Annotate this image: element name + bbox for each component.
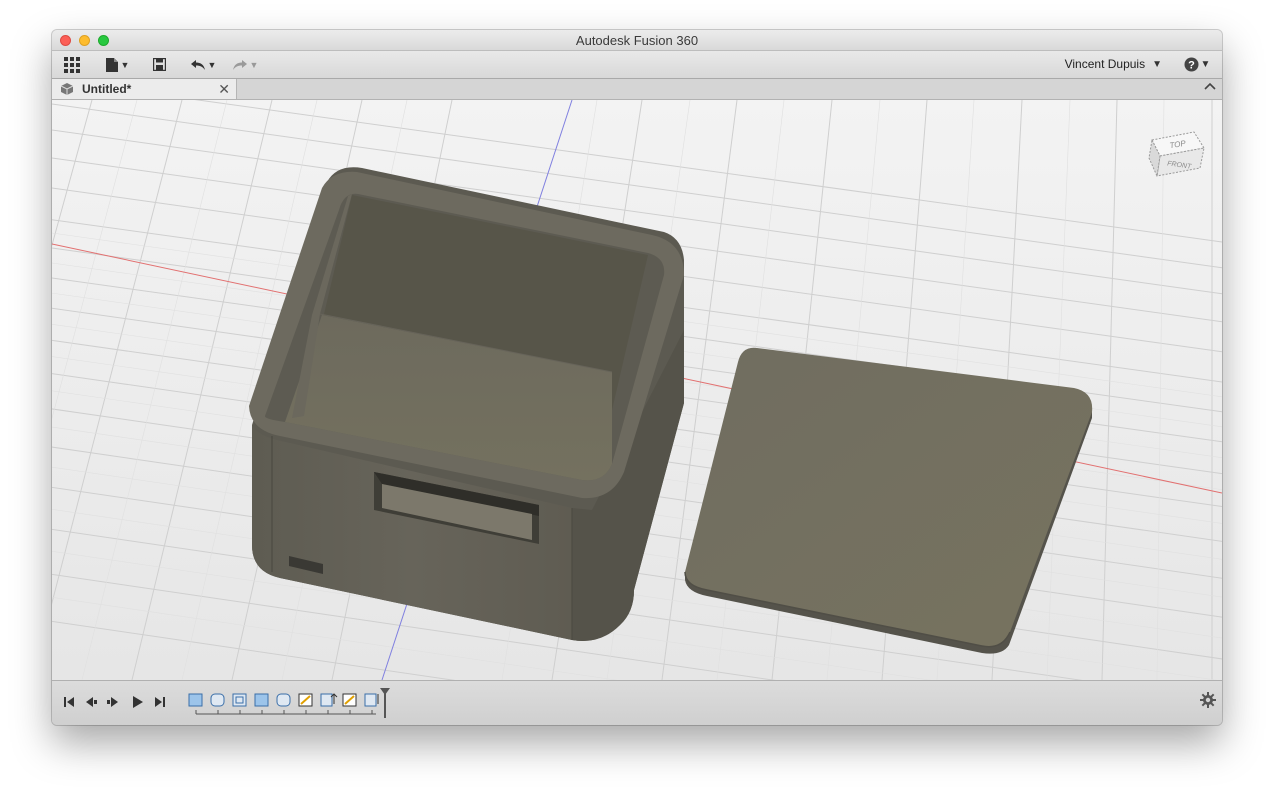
close-icon[interactable]: ✕ (218, 81, 230, 98)
skip-end-icon (155, 697, 165, 707)
chevron-down-icon: ▼ (120, 59, 130, 70)
grid-icon (64, 56, 80, 73)
step-back-button[interactable] (82, 693, 100, 711)
help-icon: ? (1184, 57, 1199, 72)
skip-start-icon (64, 697, 74, 707)
tab-untitled[interactable]: Untitled* ✕ (52, 79, 237, 99)
chevron-down-icon: ▼ (1200, 59, 1211, 70)
file-icon (105, 57, 118, 72)
chevron-up-icon[interactable] (1204, 81, 1216, 93)
chevron-down-icon: ▼ (1152, 58, 1162, 70)
tab-title: Untitled* (82, 82, 132, 96)
timeline-feature-sketch-1[interactable] (298, 693, 313, 707)
undo-icon (190, 59, 205, 70)
data-panel-button[interactable] (62, 54, 82, 75)
timeline-feature-sketch-2[interactable] (342, 693, 357, 707)
timeline-settings-button[interactable] (1200, 692, 1216, 713)
timeline-feature-fillet-1[interactable] (210, 693, 225, 707)
toolbar: ▼ ▼ ▼ Vincent Dupuis ▼ ? ▼ (52, 51, 1222, 79)
redo-icon (232, 59, 247, 70)
timeline-feature-extrude-2[interactable] (254, 693, 269, 707)
design-canvas[interactable]: TOP FRONT (52, 100, 1222, 680)
canvas-scene: TOP FRONT (52, 100, 1222, 680)
chevron-down-icon: ▼ (249, 59, 259, 70)
play-icon (133, 696, 143, 708)
timeline-marker[interactable] (379, 687, 391, 719)
timeline-bar (52, 680, 1222, 725)
document-tab-bar: Untitled* ✕ (52, 79, 1222, 100)
play-button[interactable] (128, 693, 146, 711)
redo-button[interactable]: ▼ (228, 54, 262, 75)
step-forward-button[interactable] (104, 693, 122, 711)
timeline-features (188, 693, 379, 715)
gear-icon (1200, 692, 1216, 708)
box-body-model[interactable] (249, 167, 684, 641)
undo-button[interactable]: ▼ (186, 54, 220, 75)
timeline-feature-shell[interactable] (232, 693, 247, 707)
window-title: Autodesk Fusion 360 (575, 33, 699, 48)
step-back-icon (86, 697, 97, 707)
skip-start-button[interactable] (60, 693, 78, 711)
timeline-feature-extrude-cut-2[interactable] (364, 693, 379, 707)
svg-text:?: ? (1188, 60, 1195, 72)
user-menu[interactable]: Vincent Dupuis ▼ (1065, 57, 1162, 71)
timeline-feature-extrude-cut-1[interactable] (320, 693, 338, 707)
file-menu-button[interactable]: ▼ (102, 54, 132, 75)
step-forward-icon (107, 697, 118, 707)
component-icon (60, 83, 74, 95)
help-button[interactable]: ? ▼ (1182, 54, 1212, 75)
title-bar: Autodesk Fusion 360 (52, 30, 1222, 51)
app-window: Autodesk Fusion 360 ▼ ▼ ▼ Vincent Dupuis… (52, 30, 1222, 725)
timeline-feature-extrude-1[interactable] (188, 693, 203, 707)
save-icon (152, 58, 166, 71)
skip-end-button[interactable] (151, 693, 169, 711)
chevron-down-icon: ▼ (207, 59, 217, 70)
user-name: Vincent Dupuis (1064, 57, 1146, 71)
save-button[interactable] (150, 54, 168, 75)
timeline-feature-fillet-2[interactable] (276, 693, 291, 707)
